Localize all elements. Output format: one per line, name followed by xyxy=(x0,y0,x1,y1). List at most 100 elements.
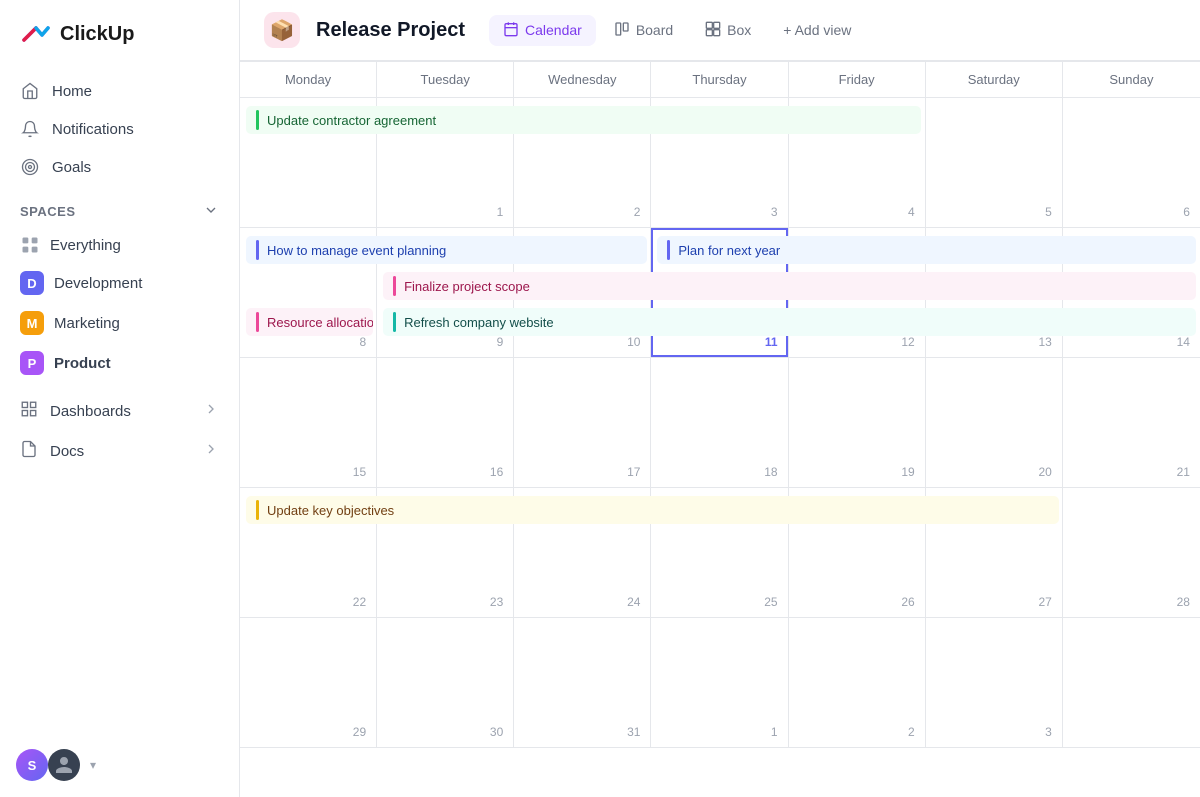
main-content: 📦 Release Project Calendar Board Box xyxy=(240,0,1200,797)
project-title: Release Project xyxy=(316,19,465,42)
spaces-list: Everything D Development M Marketing P P… xyxy=(0,227,239,383)
main-nav: Home Notifications Goals xyxy=(0,68,239,190)
tab-board[interactable]: Board xyxy=(600,15,687,46)
calendar-icon xyxy=(503,21,519,40)
target-icon xyxy=(20,157,40,177)
user-avatar-initial: S xyxy=(16,749,48,781)
sidebar-item-notifications[interactable]: Notifications xyxy=(8,110,231,148)
week-cells-3: 15 16 17 18 19 20 21 xyxy=(240,358,1200,488)
day-cell[interactable]: 17 xyxy=(514,358,651,488)
spaces-chevron-icon[interactable] xyxy=(203,202,219,221)
event-plan-next-year[interactable]: Plan for next year xyxy=(657,236,1196,264)
marketing-label: Marketing xyxy=(54,315,120,332)
day-cell[interactable]: 21 xyxy=(1063,358,1200,488)
sidebar-item-everything[interactable]: Everything xyxy=(8,227,231,263)
sidebar-item-marketing[interactable]: M Marketing xyxy=(8,303,231,343)
user-area[interactable]: S ▾ xyxy=(0,733,239,797)
day-header-thursday: Thursday xyxy=(651,62,788,98)
day-cell[interactable]: 3 xyxy=(926,618,1063,748)
everything-grid-icon xyxy=(20,235,40,255)
sidebar-item-development[interactable]: D Development xyxy=(8,263,231,303)
sidebar-item-goals[interactable]: Goals xyxy=(8,148,231,186)
sidebar-item-home[interactable]: Home xyxy=(8,72,231,110)
marketing-badge: M xyxy=(20,311,44,335)
week-row-4: 22 23 24 25 26 27 28 Update key objectiv… xyxy=(240,488,1200,618)
day-cell[interactable]: 29 xyxy=(240,618,377,748)
calendar-tab-label: Calendar xyxy=(525,22,582,38)
box-icon xyxy=(705,21,721,40)
docs-arrow-icon xyxy=(203,441,219,461)
tab-box[interactable]: Box xyxy=(691,15,765,46)
user-avatar-photo xyxy=(48,749,80,781)
day-header-monday: Monday xyxy=(240,62,377,98)
main-header: 📦 Release Project Calendar Board Box xyxy=(240,0,1200,61)
user-chevron-icon: ▾ xyxy=(90,758,96,772)
event-label: Finalize project scope xyxy=(404,279,530,294)
spaces-header: Spaces xyxy=(0,190,239,227)
sidebar: ClickUp Home Notifications Goals Spaces xyxy=(0,0,240,797)
development-badge: D xyxy=(20,271,44,295)
day-header-sunday: Sunday xyxy=(1063,62,1200,98)
docs-label: Docs xyxy=(50,443,84,460)
week-row-1: 1 2 3 4 5 6 Update contractor agreement xyxy=(240,98,1200,228)
day-cell[interactable]: 30 xyxy=(377,618,514,748)
day-cell[interactable]: 1 xyxy=(651,618,788,748)
event-how-to-manage[interactable]: How to manage event planning xyxy=(246,236,647,264)
day-cell[interactable]: 31 xyxy=(514,618,651,748)
event-resource-allocation[interactable]: Resource allocation xyxy=(246,308,373,336)
dashboards-label: Dashboards xyxy=(50,403,131,420)
day-cell[interactable] xyxy=(1063,618,1200,748)
day-cell[interactable]: 6 xyxy=(1063,98,1200,228)
calendar-container: Monday Tuesday Wednesday Thursday Friday… xyxy=(240,61,1200,797)
goals-label: Goals xyxy=(52,159,91,176)
project-icon: 📦 xyxy=(264,12,300,48)
day-cell[interactable]: 5 xyxy=(926,98,1063,228)
box-tab-label: Box xyxy=(727,22,751,38)
home-label: Home xyxy=(52,83,92,100)
logo-text: ClickUp xyxy=(60,23,134,46)
event-label: Resource allocation xyxy=(267,315,373,330)
home-icon xyxy=(20,81,40,101)
event-label: Plan for next year xyxy=(678,243,780,258)
event-finalize-scope[interactable]: Finalize project scope xyxy=(383,272,1196,300)
add-view-label: + Add view xyxy=(783,22,851,38)
product-label: Product xyxy=(54,355,111,372)
event-label: How to manage event planning xyxy=(267,243,446,258)
day-cell[interactable]: 20 xyxy=(926,358,1063,488)
week-cells-5: 29 30 31 1 2 3 xyxy=(240,618,1200,748)
event-label: Update key objectives xyxy=(267,503,394,518)
sidebar-sections: Dashboards Docs xyxy=(0,387,239,475)
day-cell[interactable]: 19 xyxy=(789,358,926,488)
day-header-tuesday: Tuesday xyxy=(377,62,514,98)
event-update-objectives[interactable]: Update key objectives xyxy=(246,496,1059,524)
day-cell[interactable]: 18 xyxy=(651,358,788,488)
calendar-day-headers: Monday Tuesday Wednesday Thursday Friday… xyxy=(240,61,1200,98)
add-view-button[interactable]: + Add view xyxy=(769,16,865,44)
event-update-contractor[interactable]: Update contractor agreement xyxy=(246,106,921,134)
day-header-saturday: Saturday xyxy=(926,62,1063,98)
docs-icon xyxy=(20,440,38,462)
day-cell[interactable]: 28 xyxy=(1063,488,1200,618)
board-tab-label: Board xyxy=(636,22,673,38)
dashboards-icon xyxy=(20,400,38,422)
day-header-wednesday: Wednesday xyxy=(514,62,651,98)
event-label: Update contractor agreement xyxy=(267,113,436,128)
sidebar-item-docs[interactable]: Docs xyxy=(8,431,231,471)
sidebar-item-dashboards[interactable]: Dashboards xyxy=(8,391,231,431)
board-icon xyxy=(614,21,630,40)
product-badge: P xyxy=(20,351,44,375)
day-header-friday: Friday xyxy=(789,62,926,98)
notifications-label: Notifications xyxy=(52,121,134,138)
tab-calendar[interactable]: Calendar xyxy=(489,15,596,46)
week-row-3: 15 16 17 18 19 20 21 xyxy=(240,358,1200,488)
event-refresh-website[interactable]: Refresh company website xyxy=(383,308,1196,336)
week-row-2: 8 9 10 11 12 13 14 How to manage event p… xyxy=(240,228,1200,358)
sidebar-item-product[interactable]: P Product xyxy=(8,343,231,383)
day-cell[interactable]: 16 xyxy=(377,358,514,488)
day-cell[interactable]: 2 xyxy=(789,618,926,748)
day-cell[interactable]: 15 xyxy=(240,358,377,488)
dashboards-arrow-icon xyxy=(203,401,219,421)
spaces-label: Spaces xyxy=(20,204,76,219)
bell-icon xyxy=(20,119,40,139)
development-label: Development xyxy=(54,275,142,292)
